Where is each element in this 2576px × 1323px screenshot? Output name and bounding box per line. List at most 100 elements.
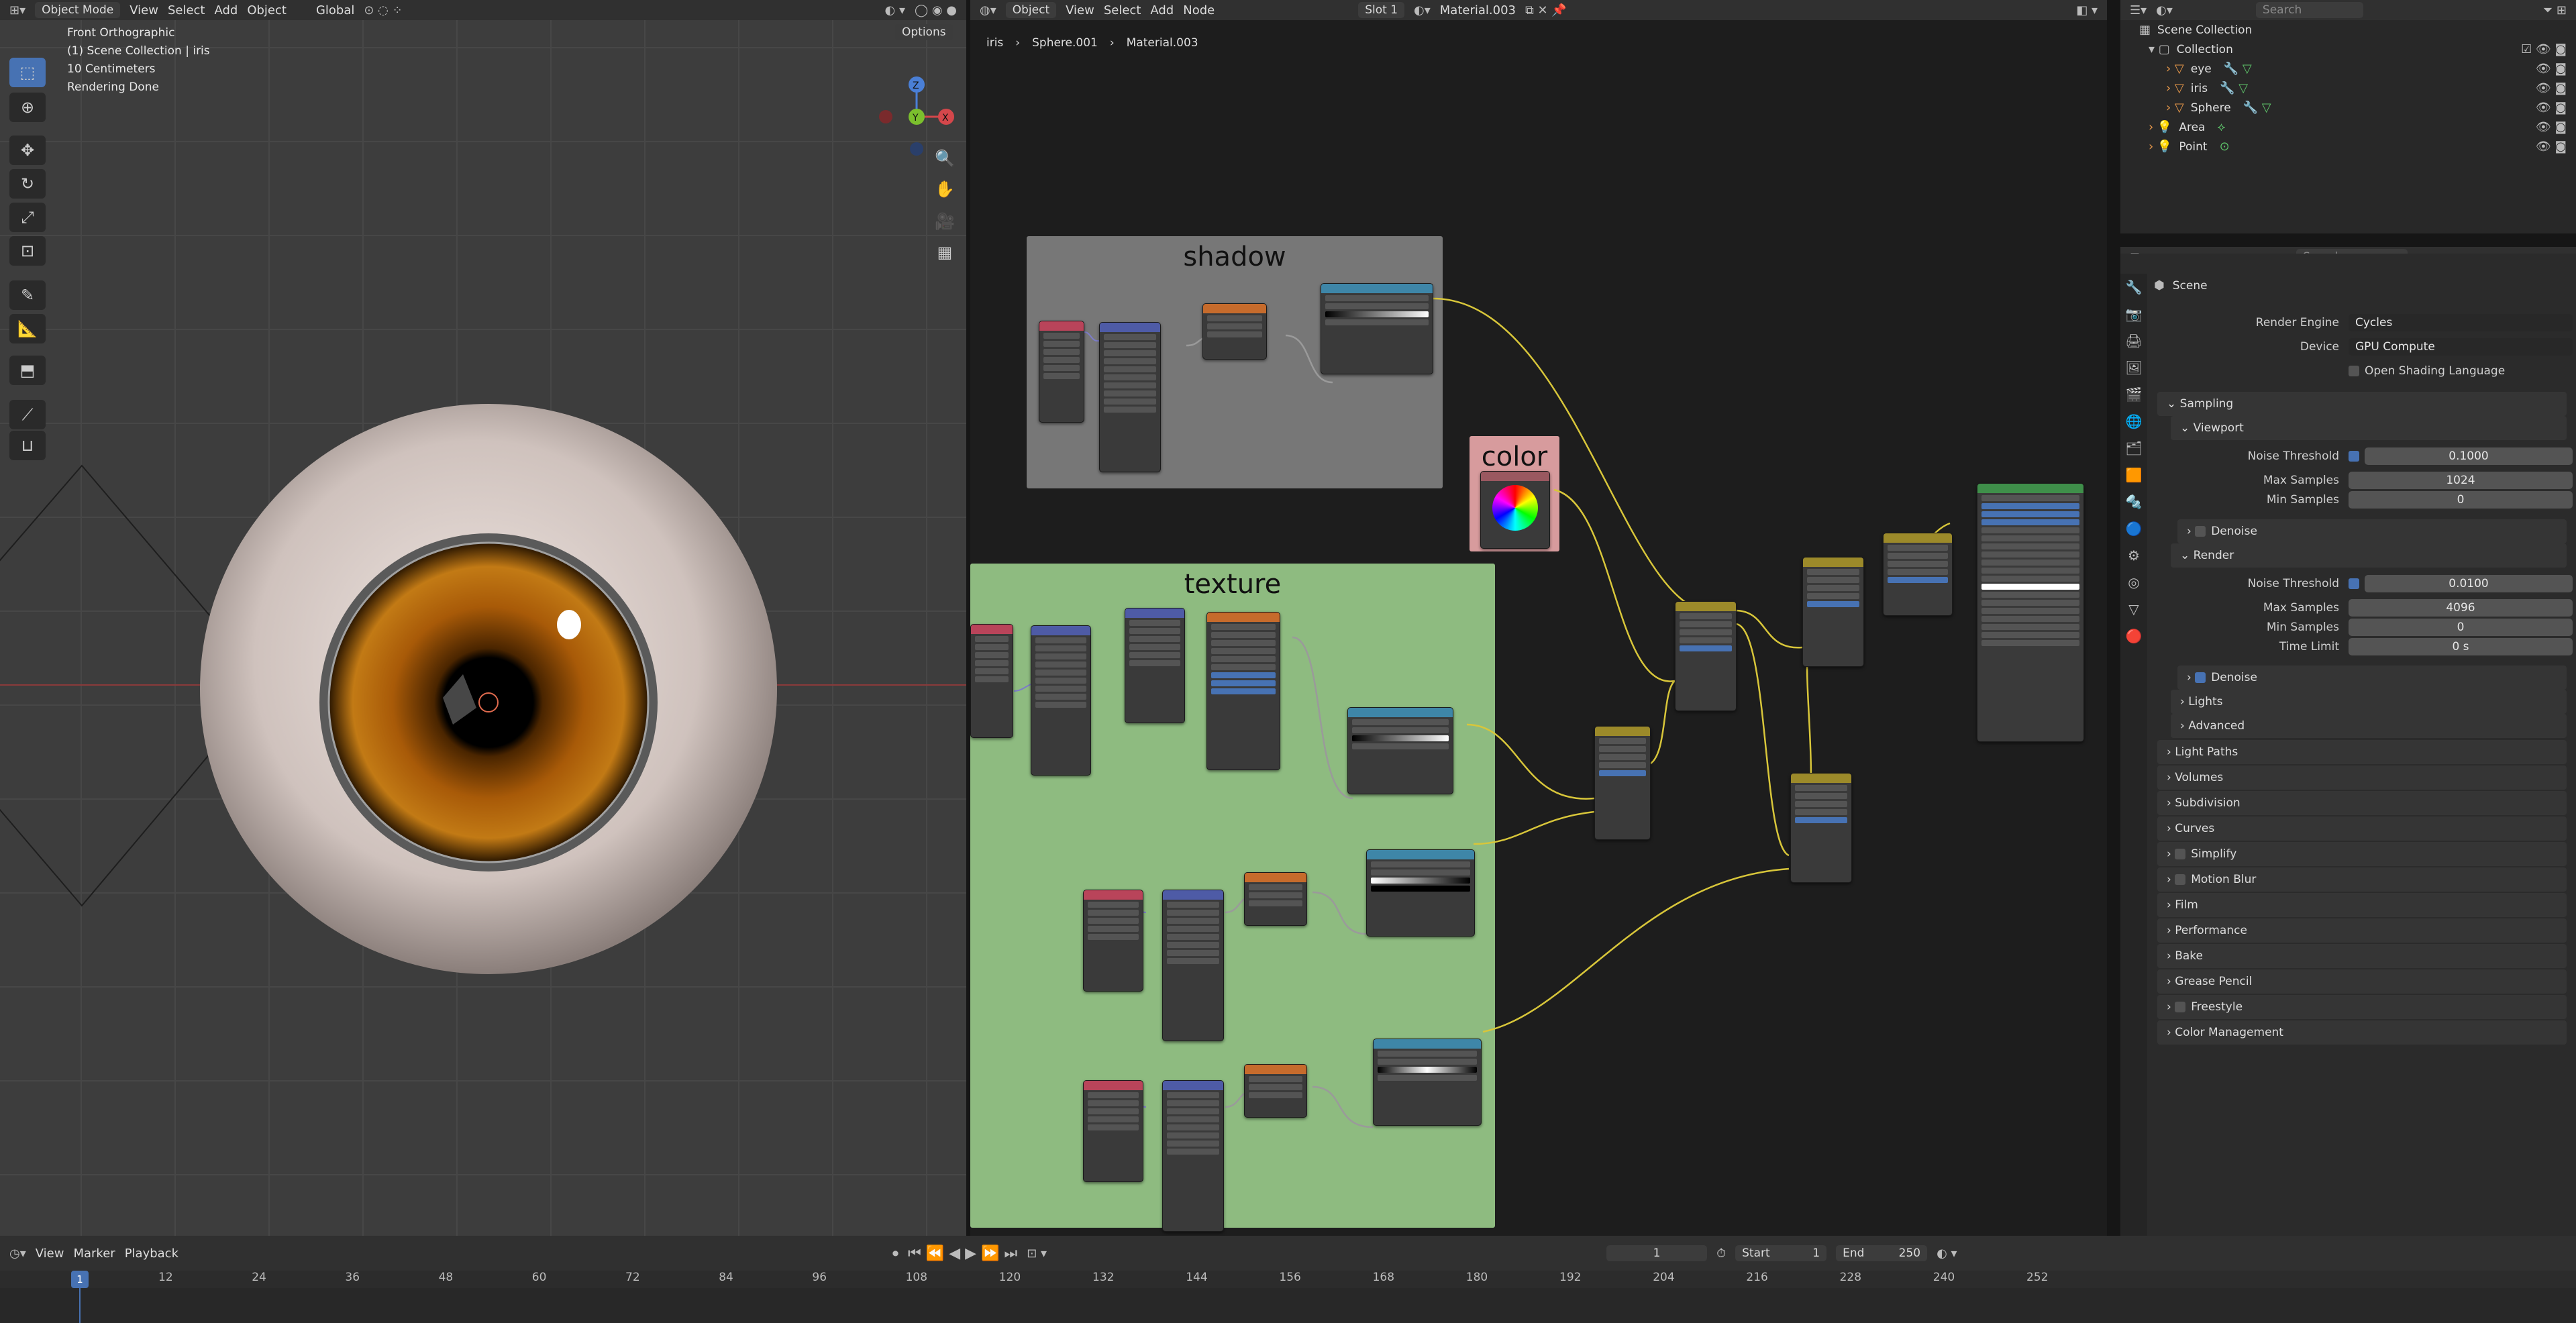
- menu-add[interactable]: Add: [214, 3, 238, 17]
- eyeball[interactable]: [195, 392, 785, 996]
- denoise-subpanel-header[interactable]: › Denoise: [2177, 519, 2567, 543]
- node-editor[interactable]: iris › Sphere.001 › Material.003 shadow …: [970, 20, 2107, 1236]
- mapping-node[interactable]: [1162, 1080, 1224, 1232]
- annotate-tool[interactable]: ✎: [9, 280, 46, 310]
- max-samples-field[interactable]: 1024: [2349, 472, 2573, 489]
- node-object-dropdown[interactable]: Object: [1005, 2, 1057, 18]
- motion-blur-panel[interactable]: › Motion Blur: [2157, 867, 2567, 892]
- editor-type-icon[interactable]: ☰▾: [2130, 3, 2147, 17]
- gradient-texture-node[interactable]: [1244, 872, 1307, 926]
- max-samples-field[interactable]: 4096: [2349, 599, 2573, 617]
- color-ramp-node[interactable]: [1347, 707, 1453, 794]
- node-menu-select[interactable]: Select: [1104, 3, 1141, 17]
- menu-view[interactable]: View: [130, 3, 158, 17]
- zoom-icon[interactable]: 🔍: [931, 145, 958, 172]
- min-samples-field[interactable]: 0: [2349, 491, 2573, 509]
- simplify-checkbox[interactable]: [2175, 849, 2186, 859]
- timeline-menu-playback[interactable]: Playback: [125, 1247, 178, 1261]
- editor-type-icon[interactable]: ⊞▾: [9, 3, 25, 17]
- timeline-menu-marker[interactable]: Marker: [73, 1247, 115, 1261]
- scale-tool[interactable]: ⤢: [9, 203, 46, 232]
- texture-coordinate-node[interactable]: [1083, 890, 1143, 992]
- outliner-search-input[interactable]: Search: [2255, 2, 2363, 18]
- denoise-checkbox[interactable]: [2195, 672, 2206, 683]
- render-subpanel-header[interactable]: ⌄ Render: [2171, 543, 2567, 568]
- outliner-row[interactable]: › ▽ Sphere 🔧 ▽ 👁 ◙: [2120, 98, 2576, 117]
- stopwatch-icon[interactable]: ⏱: [1716, 1247, 1726, 1261]
- move-tool[interactable]: ✥: [9, 136, 46, 165]
- end-frame-field[interactable]: End 250: [1836, 1245, 1928, 1261]
- lights-subpanel-header[interactable]: › Lights: [2171, 690, 2567, 714]
- outliner-row[interactable]: › 💡 Area ⟡ 👁 ◙: [2120, 117, 2576, 137]
- material-name-field[interactable]: Material.003: [1440, 3, 1516, 17]
- visibility-icons[interactable]: 👁 ◙: [2536, 140, 2576, 154]
- gradient-texture-node[interactable]: [1202, 303, 1267, 360]
- sampling-panel-header[interactable]: ⌄ Sampling: [2157, 392, 2567, 416]
- mapping-node[interactable]: [1031, 625, 1091, 776]
- axis-gizmo[interactable]: Z X Y: [866, 55, 960, 156]
- pivot-icon[interactable]: ⊙ ◌ ⁘: [364, 3, 402, 17]
- mix-color-node[interactable]: [1675, 601, 1737, 711]
- time-limit-field[interactable]: 0 s: [2349, 638, 2573, 655]
- shading-icons[interactable]: ◯ ◉ ●: [915, 3, 957, 17]
- transform-tool[interactable]: ⊡: [9, 236, 46, 266]
- device-dropdown[interactable]: GPU Compute: [2349, 338, 2573, 356]
- advanced-subpanel-header[interactable]: › Advanced: [2171, 714, 2567, 738]
- color-ramp-node[interactable]: [1373, 1039, 1482, 1126]
- outliner-row[interactable]: › ▽ iris 🔧 ▽ 👁 ◙: [2120, 78, 2576, 98]
- noise-threshold-checkbox[interactable]: [2349, 578, 2359, 589]
- visibility-icons[interactable]: 👁 ◙: [2536, 81, 2576, 95]
- area-divider[interactable]: [2107, 0, 2120, 1236]
- uv-tool[interactable]: ⊔: [9, 431, 46, 460]
- light-paths-panel[interactable]: › Light Paths: [2157, 740, 2567, 764]
- cursor-tool[interactable]: ⊕: [9, 93, 46, 122]
- volumes-panel[interactable]: › Volumes: [2157, 765, 2567, 790]
- denoise-checkbox[interactable]: [2195, 526, 2206, 537]
- options-button[interactable]: Options: [895, 24, 953, 40]
- outliner-row[interactable]: › 💡 Point ⊙ 👁 ◙: [2120, 137, 2576, 156]
- 3d-viewport[interactable]: Front Orthographic (1) Scene Collection …: [0, 20, 966, 1236]
- camera-icon[interactable]: 🎥: [931, 208, 958, 235]
- slot-dropdown[interactable]: Slot 1: [1358, 2, 1405, 18]
- texture-coordinate-node[interactable]: [1083, 1080, 1143, 1182]
- keying-icon[interactable]: ⊡ ▾: [1027, 1247, 1047, 1261]
- texture-coordinate-node[interactable]: [1039, 321, 1084, 423]
- mix-color-node[interactable]: [1790, 773, 1852, 883]
- curves-panel[interactable]: › Curves: [2157, 816, 2567, 841]
- render-engine-dropdown[interactable]: Cycles: [2349, 314, 2573, 331]
- mapping-node[interactable]: [1099, 322, 1161, 472]
- gradient-texture-node[interactable]: [1244, 1064, 1307, 1118]
- color-management-panel[interactable]: › Color Management: [2157, 1020, 2567, 1045]
- shear-tool[interactable]: ⟋: [9, 400, 46, 429]
- osl-checkbox[interactable]: [2349, 366, 2359, 376]
- noise-threshold-field[interactable]: 0.0100: [2365, 575, 2573, 592]
- principled-bsdf-node[interactable]: [1977, 483, 2084, 742]
- rotate-tool[interactable]: ↻: [9, 169, 46, 199]
- editor-type-icon[interactable]: ◷▾: [9, 1247, 26, 1261]
- frame-ruler[interactable]: 12 24 36 48 60 72 84 96 108 120 132 144 156 168 180 192…: [0, 1271, 2576, 1288]
- node-menu-node[interactable]: Node: [1183, 3, 1215, 17]
- timeline-menu-view[interactable]: View: [36, 1247, 64, 1261]
- freestyle-panel[interactable]: › Freestyle: [2157, 995, 2567, 1019]
- noise-threshold-field[interactable]: 0.1000: [2365, 447, 2573, 465]
- outliner-row[interactable]: ▦ Scene Collection: [2120, 20, 2576, 40]
- playback-controls-icon[interactable]: ⏮ ⏪ ◀ ▶ ⏩ ⏭: [908, 1245, 1017, 1262]
- mapping-node[interactable]: [1162, 890, 1224, 1041]
- node-menu-add[interactable]: Add: [1150, 3, 1174, 17]
- visibility-icons[interactable]: ☑ 👁 ◙: [2521, 42, 2576, 56]
- min-samples-field[interactable]: 0: [2349, 619, 2573, 636]
- grid-icon[interactable]: ▦: [931, 239, 958, 266]
- grease-pencil-panel[interactable]: › Grease Pencil: [2157, 969, 2567, 994]
- start-frame-field[interactable]: Start 1: [1735, 1245, 1827, 1261]
- transform-orientation[interactable]: Global: [316, 3, 354, 17]
- subdivision-panel[interactable]: › Subdivision: [2157, 791, 2567, 815]
- outliner-row[interactable]: ▾ ▢ Collection ☑ 👁 ◙: [2120, 40, 2576, 59]
- add-cube-tool[interactable]: ⬒: [9, 356, 46, 385]
- mix-color-node[interactable]: [1802, 557, 1864, 667]
- view-options-icon[interactable]: ◐ ▾: [1937, 1247, 1957, 1261]
- visibility-icons[interactable]: 👁 ◙: [2536, 62, 2576, 76]
- mode-dropdown[interactable]: Object Mode: [35, 2, 121, 18]
- pin-icon[interactable]: ⧉ ✕ 📌: [1525, 3, 1567, 17]
- properties-tab-icons[interactable]: 🔧 📷 🖨 🖼 🎬 🌐 🗂 🟧 🔩 🔵 ⚙ ◎ ▽ 🔴: [2120, 274, 2147, 649]
- voronoi-texture-node[interactable]: [1206, 612, 1280, 770]
